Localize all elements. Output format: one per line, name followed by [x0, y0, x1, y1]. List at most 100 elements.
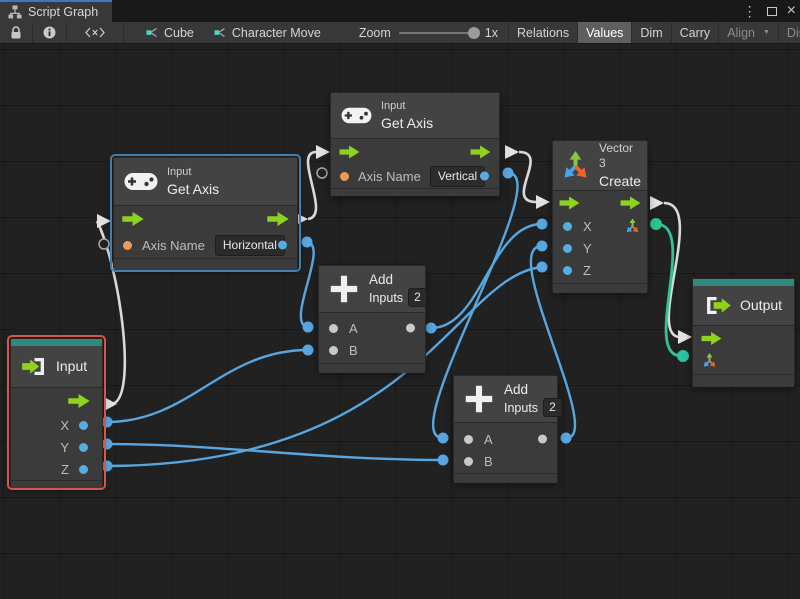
toggle-relations[interactable]: Relations [508, 22, 578, 43]
node-add-1[interactable]: Add Inputs 2 A B [318, 265, 426, 372]
flow-in-arrow-icon[interactable] [701, 332, 722, 345]
node-vector3-create[interactable]: Vector 3 Create X [552, 140, 648, 292]
port-out-value[interactable] [278, 241, 287, 250]
node-title: Get Axis [167, 180, 219, 198]
code-view-button[interactable] [67, 22, 124, 43]
graph-toolbar: Cube Character Move Zoom 1x Relations Va… [0, 22, 800, 44]
port-label-z: Z [61, 462, 69, 477]
node-footer [553, 283, 647, 293]
port-out-sum[interactable] [406, 324, 415, 333]
node-title: Input [56, 357, 87, 375]
port-in-y[interactable] [563, 244, 572, 253]
port-in-a[interactable] [329, 324, 338, 333]
zoom-control: Zoom 1x [359, 22, 498, 43]
info-icon [43, 26, 56, 39]
node-title: Output [740, 296, 782, 314]
port-in-axis-name[interactable] [123, 241, 132, 250]
gamepad-icon [341, 106, 372, 125]
maximize-icon[interactable] [767, 7, 777, 16]
tab-label: Script Graph [28, 5, 98, 19]
graph-breadcrumb-character-move[interactable]: Character Move [206, 22, 329, 43]
port-label-z: Z [583, 263, 591, 278]
node-output[interactable]: Output [692, 278, 795, 386]
window-controls: ⋮ × [743, 0, 796, 22]
node-title: Add [504, 381, 562, 399]
port-out-z[interactable] [79, 465, 88, 474]
node-add-2[interactable]: Add Inputs 2 A B [453, 375, 558, 482]
node-get-axis-horizontal[interactable]: Input Get Axis Axis Name Horizontal [113, 157, 298, 269]
inputs-count-field[interactable]: 2 [408, 288, 427, 307]
toggle-carry[interactable]: Carry [672, 22, 720, 43]
inputs-count-field[interactable]: 2 [543, 398, 562, 417]
node-footer [331, 188, 499, 196]
port-in-a[interactable] [464, 435, 473, 444]
flow-out-arrow-icon[interactable] [267, 212, 289, 226]
flow-in-arrow-icon[interactable] [122, 212, 144, 226]
lock-button[interactable] [0, 22, 33, 43]
plus-icon [327, 272, 361, 306]
align-dropdown[interactable]: Align ▼ [719, 22, 779, 43]
port-in-b[interactable] [329, 346, 338, 355]
param-label: Axis Name [142, 238, 205, 253]
port-out-x[interactable] [79, 421, 88, 430]
axis-name-field[interactable]: Horizontal [215, 235, 285, 256]
plus-icon [462, 382, 496, 416]
port-label-b: B [484, 454, 493, 469]
vector3-icon [559, 149, 592, 182]
port-label-x: X [60, 418, 69, 433]
graph-breadcrumb-cube[interactable]: Cube [138, 22, 202, 43]
toggle-values[interactable]: Values [578, 22, 632, 43]
unity-script-graph-window: Script Graph ⋮ × [0, 0, 800, 599]
node-footer [454, 473, 557, 483]
kebab-menu-icon[interactable]: ⋮ [743, 4, 757, 18]
node-footer [11, 480, 102, 490]
script-graph-asset-icon [146, 26, 159, 39]
script-graph-tab-icon [8, 5, 22, 19]
input-event-icon [21, 357, 48, 376]
port-label-y: Y [60, 440, 69, 455]
zoom-label: Zoom [359, 26, 391, 40]
vector3-out-icon[interactable] [624, 218, 641, 235]
node-category: Vector 3 [599, 141, 641, 172]
zoom-slider[interactable] [399, 32, 477, 34]
flow-out-arrow-icon[interactable] [620, 197, 641, 210]
port-in-axis-name[interactable] [340, 172, 349, 181]
flow-out-arrow-icon[interactable] [68, 394, 90, 408]
port-out-value[interactable] [480, 172, 489, 181]
flow-in-arrow-icon[interactable] [339, 145, 360, 158]
port-label-a: A [484, 432, 493, 447]
zoom-value: 1x [485, 26, 498, 40]
flow-out-arrow-icon[interactable] [470, 145, 491, 158]
port-label-y: Y [583, 241, 592, 256]
param-label: Axis Name [358, 169, 421, 184]
inputs-label: Inputs [504, 400, 538, 416]
axis-name-field[interactable]: Vertical [430, 166, 485, 187]
output-event-icon [703, 296, 732, 315]
port-in-b[interactable] [464, 457, 473, 466]
inputs-label: Inputs [369, 290, 403, 306]
node-footer [114, 258, 297, 270]
node-title: Create [599, 172, 641, 190]
flow-in-arrow-icon[interactable] [559, 197, 580, 210]
distribute-dropdown[interactable]: Distribute ▼ [779, 22, 800, 43]
vector3-in-icon[interactable] [701, 352, 718, 369]
port-in-x[interactable] [563, 222, 572, 231]
port-label-x: X [583, 219, 592, 234]
event-color-strip [11, 339, 102, 346]
info-button[interactable] [33, 22, 67, 43]
node-input-event[interactable]: Input X Y Z [10, 338, 103, 487]
port-out-sum[interactable] [538, 435, 547, 444]
lock-icon [10, 26, 22, 40]
zoom-slider-handle[interactable] [468, 27, 480, 39]
port-in-z[interactable] [563, 266, 572, 275]
toggle-dim[interactable]: Dim [632, 22, 671, 43]
port-out-y[interactable] [79, 443, 88, 452]
node-footer [319, 363, 425, 373]
tab-script-graph[interactable]: Script Graph [0, 0, 112, 22]
node-get-axis-vertical[interactable]: Input Get Axis Axis Name Vertical [330, 92, 500, 196]
close-icon[interactable]: × [787, 3, 796, 19]
node-category: Input [167, 165, 219, 179]
chevron-down-icon: ▼ [763, 29, 770, 36]
port-label-b: B [349, 343, 358, 358]
node-footer [693, 374, 794, 387]
